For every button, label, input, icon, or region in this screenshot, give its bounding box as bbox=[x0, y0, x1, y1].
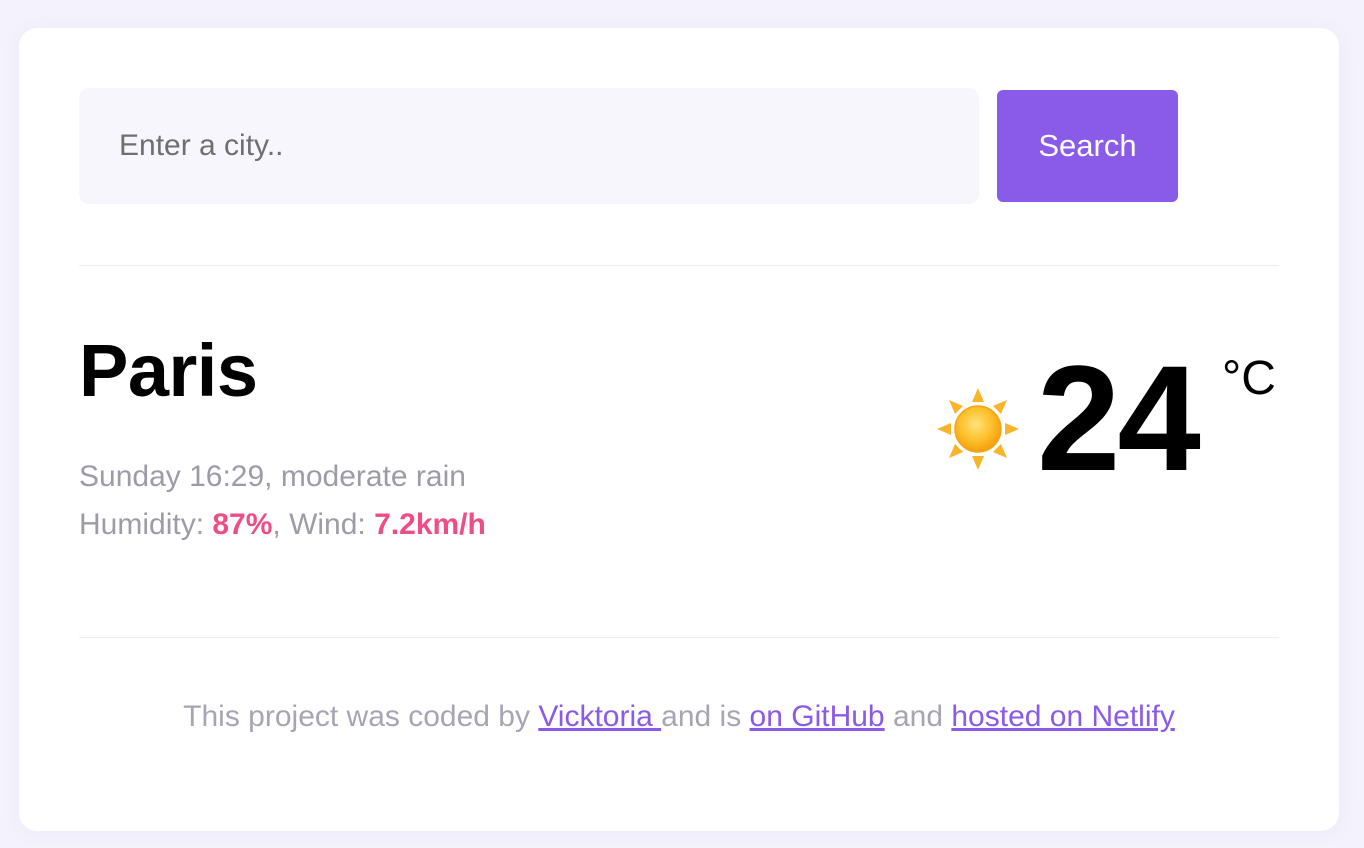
footer: This project was coded by Vicktoria and … bbox=[19, 700, 1339, 734]
city-name: Paris bbox=[79, 329, 258, 412]
search-input[interactable] bbox=[79, 88, 979, 204]
humidity-wind-line: Humidity: 87%, Wind: 7.2km/h bbox=[79, 501, 486, 549]
date-description-line: Sunday 16:29, moderate rain bbox=[79, 460, 466, 493]
humidity-value: 87% bbox=[212, 508, 273, 541]
weather-description: moderate rain bbox=[280, 460, 466, 493]
temperature-unit: °C bbox=[1222, 352, 1276, 405]
wind-value: 7.2km/h bbox=[374, 508, 486, 541]
sun-icon bbox=[937, 388, 1019, 470]
footer-and: and bbox=[884, 700, 952, 733]
humidity-label: Humidity: bbox=[79, 508, 213, 541]
footer-prefix: This project was coded by bbox=[183, 700, 539, 733]
divider-bottom bbox=[79, 637, 1279, 638]
temperature-value: 24 bbox=[1037, 334, 1201, 502]
weather-card: Search Paris Sunday 16:29, moderate rain… bbox=[19, 28, 1339, 831]
day-time: Sunday 16:29 bbox=[79, 460, 265, 493]
search-button[interactable]: Search bbox=[997, 90, 1178, 202]
weather-details: Sunday 16:29, moderate rain Humidity: 87… bbox=[79, 453, 486, 549]
author-link[interactable]: Vicktoria bbox=[538, 700, 661, 733]
github-link[interactable]: on GitHub bbox=[750, 700, 885, 733]
current-temperature: 24 °C bbox=[937, 343, 1282, 493]
search-form: Search bbox=[79, 88, 1178, 204]
footer-middle: and is bbox=[661, 700, 750, 733]
divider-top bbox=[79, 265, 1279, 266]
netlify-link[interactable]: hosted on Netlify bbox=[951, 700, 1174, 733]
wind-label: , Wind: bbox=[272, 508, 375, 541]
